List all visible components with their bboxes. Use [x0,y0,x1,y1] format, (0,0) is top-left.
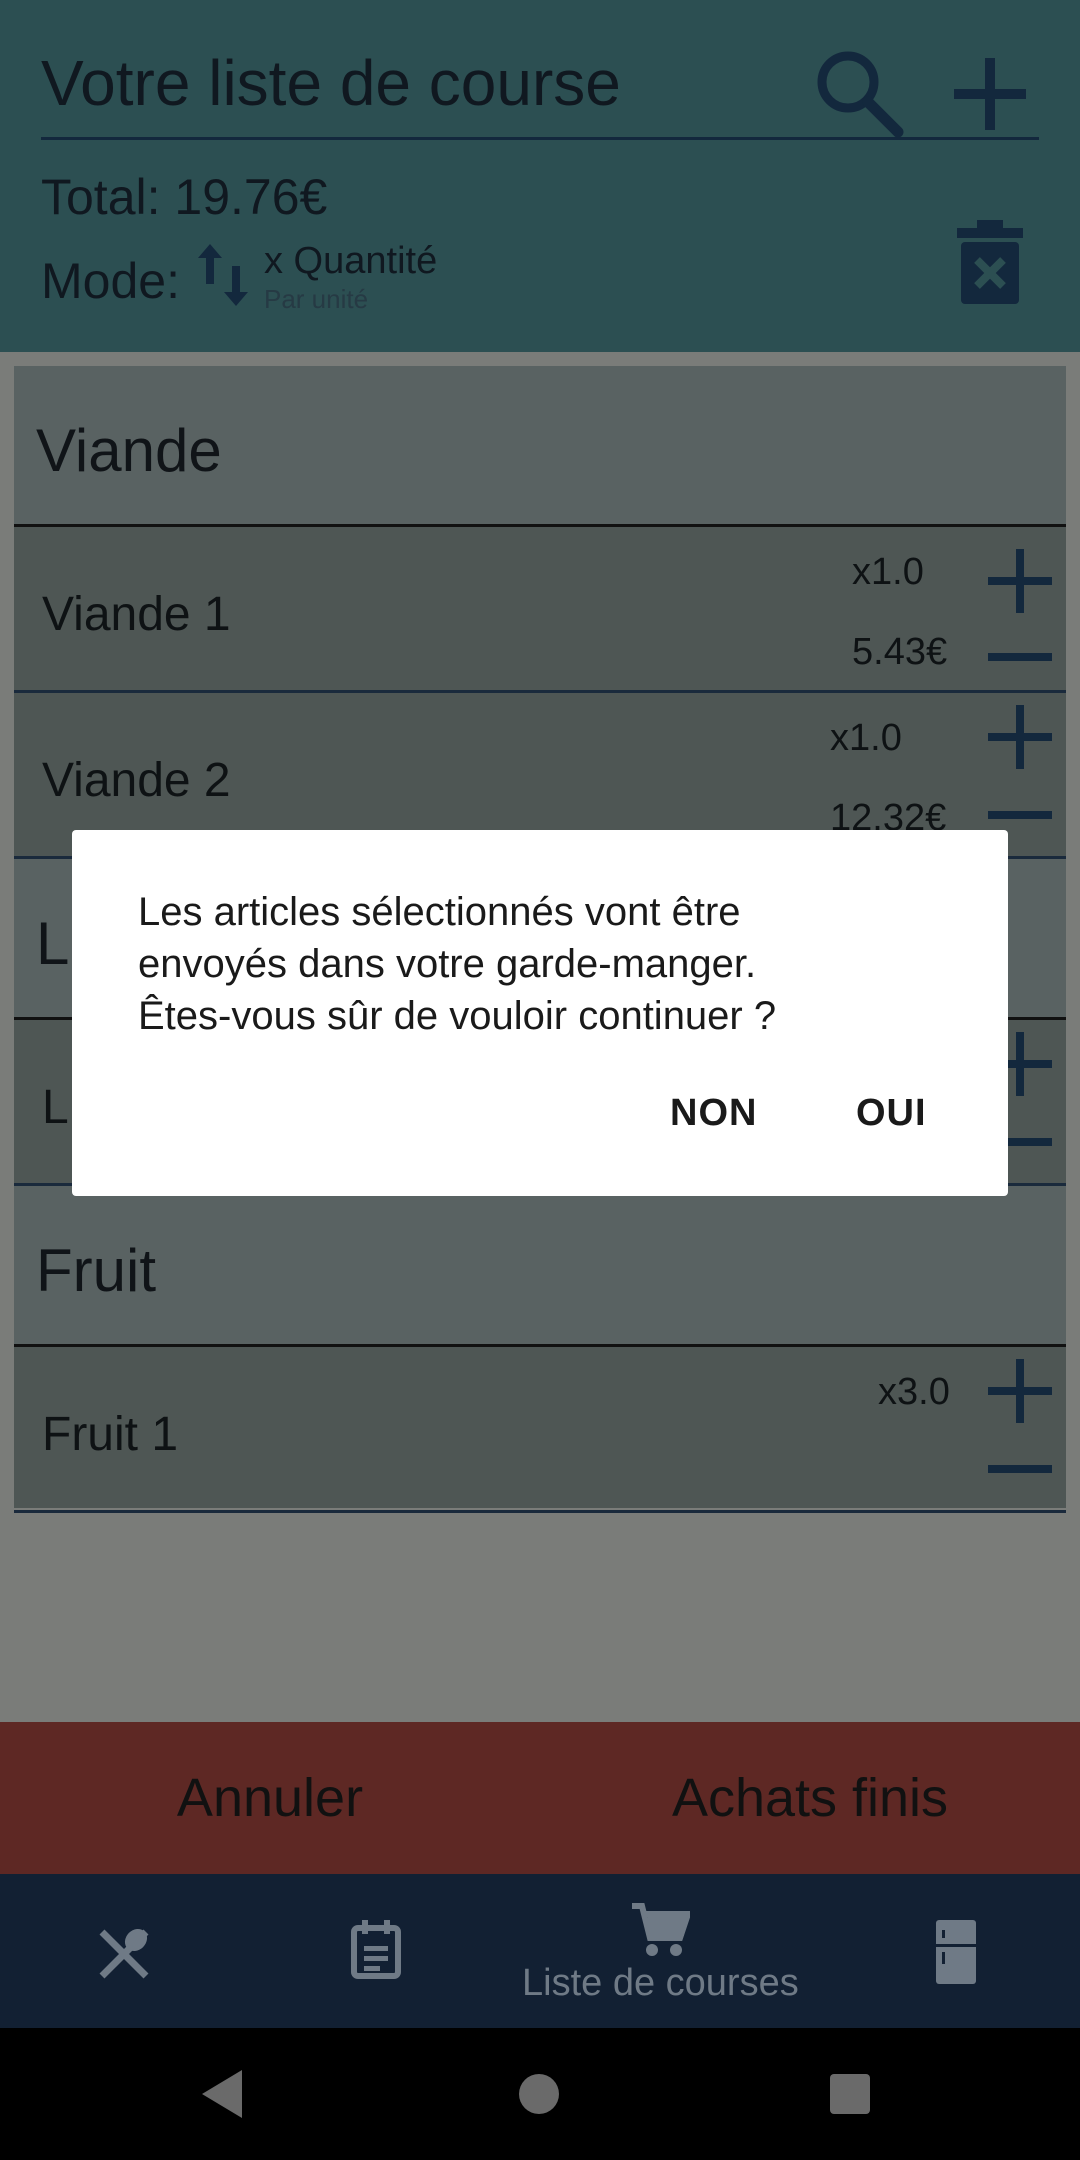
item-name: Fruit 1 [42,1408,179,1461]
category-label: Fruit [36,1237,156,1304]
finish-shopping-button[interactable]: Achats finis [540,1722,1080,1874]
confirmation-dialog: Les articles sélectionnés vont être envo… [72,830,1008,1196]
bottom-navigation: Liste de courses [0,1874,1080,2028]
system-navigation-bar [0,2028,1080,2160]
total-price: Total: 19.76€ [41,169,328,225]
dialog-message-line: Les articles sélectionnés vont être [138,890,741,934]
mode-label: Mode: [41,253,180,309]
category-header[interactable]: Fruit [14,1186,1066,1347]
yes-button[interactable]: OUI [856,1092,927,1135]
item-name: Viande 1 [42,588,231,641]
search-icon[interactable] [810,44,906,140]
dialog-message-line: Êtes-vous sûr de vouloir continuer ? [138,994,777,1038]
list-item[interactable]: Viande 1 x1.0 5.43€ [14,527,1066,693]
cancel-button[interactable]: Annuler [0,1722,540,1874]
nav-item-pantry[interactable] [830,1874,1080,2028]
app-header: Votre liste de course Total: 19.76€ Mode… [0,0,1080,352]
item-price: 5.43€ [852,631,948,673]
nav-item-calendar[interactable] [250,1874,500,2028]
home-icon[interactable] [519,2074,559,2114]
mode-toggle[interactable]: x Quantité Par unité [198,240,458,314]
increment-icon[interactable] [988,1359,1052,1423]
nav-item-shopping-list[interactable]: Liste de courses [500,1874,830,2028]
item-quantity: x1.0 [852,551,924,593]
action-bar: Annuler Achats finis [0,1722,1080,1874]
increment-icon[interactable] [988,549,1052,613]
calendar-icon [351,1920,401,1979]
dialog-message-line: envoyés dans votre garde-manger. [138,942,757,986]
increment-icon[interactable] [988,705,1052,769]
fridge-icon [936,1920,976,1984]
item-name: Viande 2 [42,754,231,807]
add-item-icon[interactable] [950,54,1030,134]
item-quantity: x1.0 [830,717,902,759]
dialog-message: Les articles sélectionnés vont être envo… [138,886,958,1042]
item-quantity: x3.0 [878,1371,950,1413]
swap-vertical-icon [198,244,248,306]
category-label: Viande [36,417,222,484]
decrement-icon[interactable] [988,625,1052,689]
decrement-icon[interactable] [988,1437,1052,1501]
list-item[interactable]: Fruit 1 x3.0 [14,1347,1066,1513]
item-name: L [42,1081,69,1134]
category-header[interactable]: Viande [14,366,1066,527]
utensils-icon [99,1928,149,1979]
category-label: L [36,910,70,977]
nav-item-recipes[interactable] [0,1874,250,2028]
cart-icon [632,1903,690,1956]
mode-alternate: Par unité [264,284,369,314]
nav-label: Liste de courses [522,1962,799,2004]
back-icon[interactable] [202,2070,246,2118]
mode-current: x Quantité [264,240,438,282]
no-button[interactable]: NON [670,1092,757,1135]
delete-list-icon[interactable] [955,218,1025,306]
recents-icon[interactable] [830,2074,870,2114]
page-title: Votre liste de course [41,47,621,119]
